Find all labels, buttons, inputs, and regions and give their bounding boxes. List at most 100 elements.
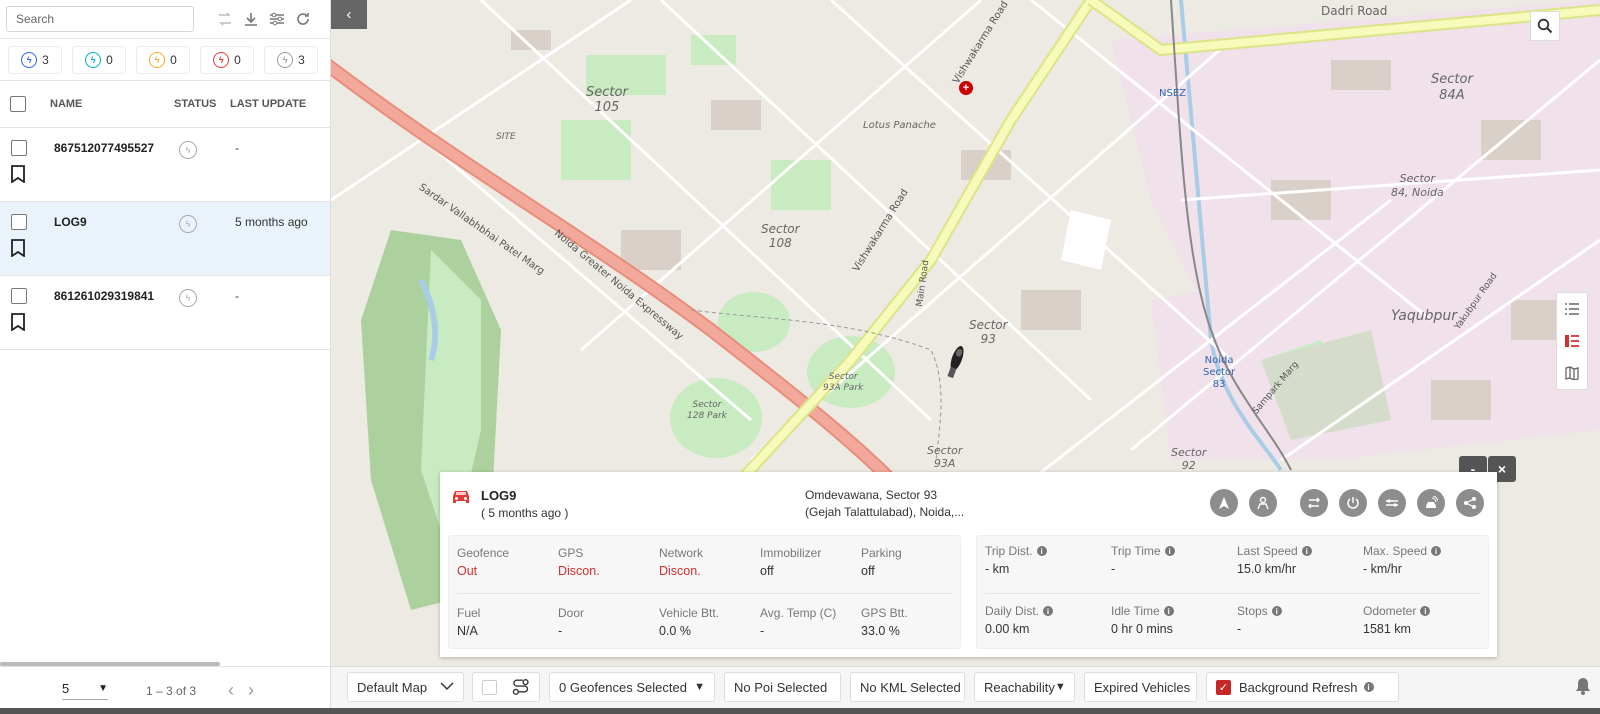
bookmark-icon[interactable] [10, 165, 26, 183]
status-chip-stopped[interactable]: ϟ 0 [136, 45, 190, 74]
row-checkbox[interactable] [11, 140, 27, 156]
metric-gps-battery: GPS Btt. 33.0 % [861, 606, 908, 638]
table-row[interactable]: 867512077495527 ϟ - [0, 128, 330, 202]
layers-icon[interactable] [1557, 325, 1587, 357]
last-update: - [235, 289, 239, 303]
caret-down-icon: ▼ [694, 681, 705, 693]
hospital-icon: + [959, 81, 973, 95]
bell-icon[interactable] [1574, 676, 1592, 701]
select-all-checkbox[interactable] [10, 96, 26, 112]
column-status[interactable]: STATUS [174, 98, 230, 110]
page-nav: ‹ › [228, 680, 254, 701]
chip-count: 3 [298, 52, 305, 67]
status-chip-idle[interactable]: ϟ 0 [72, 45, 126, 74]
map-type-select[interactable]: Default Map [347, 672, 464, 702]
chip-count: 0 [170, 52, 177, 67]
status-chip-alert[interactable]: ϟ 0 [200, 45, 254, 74]
trip-icon[interactable] [1300, 489, 1328, 517]
refresh-icon[interactable] [294, 10, 312, 28]
column-name[interactable]: NAME [50, 98, 174, 110]
horizontal-scrollbar[interactable] [0, 662, 220, 666]
window-bottom-strip [0, 708, 1600, 714]
caret-down-icon: ▼ [98, 683, 108, 694]
collapse-panel-button[interactable]: ‹ [331, 0, 367, 29]
info-icon[interactable]: i [1036, 546, 1047, 556]
last-update: - [235, 141, 239, 155]
immobilizer-icon[interactable] [1378, 489, 1406, 517]
map-icon[interactable] [1557, 357, 1587, 389]
info-icon[interactable]: i [1271, 606, 1282, 616]
map-label: Dadri Road [1321, 4, 1388, 18]
driver-icon[interactable] [1249, 489, 1277, 517]
column-last-update[interactable]: LAST UPDATE [230, 98, 306, 110]
chevron-left-icon: ‹ [346, 6, 352, 23]
info-icon[interactable]: i [1164, 546, 1175, 556]
expired-vehicles-button[interactable]: Expired Vehicles [1084, 672, 1197, 702]
info-icon[interactable]: i [1431, 546, 1442, 556]
navigate-icon[interactable] [1210, 489, 1238, 517]
ignition-status-icon: ϟ [179, 141, 197, 159]
prev-page-icon[interactable]: ‹ [228, 680, 234, 701]
ignition-icon: ϟ [213, 51, 230, 68]
route-checkbox[interactable] [482, 679, 497, 695]
poi-select[interactable]: No Poi Selected [724, 672, 841, 702]
page-range: 1 – 3 of 3 [146, 683, 197, 698]
bookmark-icon[interactable] [10, 313, 26, 331]
table-row[interactable]: 861261029319841 ϟ - [0, 276, 330, 350]
vehicle-name: 861261029319841 [54, 289, 155, 303]
download-icon[interactable] [242, 10, 260, 28]
metric-door: Door - [558, 606, 585, 638]
metric-trip-distance: Trip Dist. i - km [985, 544, 1047, 576]
info-icon[interactable]: i [1043, 606, 1054, 616]
search-input[interactable] [6, 6, 194, 32]
status-chip-running[interactable]: ϟ 3 [8, 45, 62, 74]
route-icon[interactable] [216, 10, 234, 28]
metric-trip-time: Trip Time i - [1111, 544, 1175, 576]
bookmark-icon[interactable] [10, 239, 26, 257]
info-icon[interactable]: i [1301, 546, 1312, 556]
list-toolbar [0, 0, 330, 39]
table-row[interactable]: LOG9 ϟ 5 months ago [0, 202, 330, 276]
ignition-icon: ϟ [21, 51, 38, 68]
map-search-button[interactable] [1530, 11, 1560, 41]
info-icon[interactable]: i [1163, 606, 1174, 616]
page-size-select[interactable]: 5 ▼ [62, 681, 108, 700]
vehicle-marker-icon[interactable] [943, 344, 967, 384]
share-icon[interactable] [1456, 489, 1484, 517]
info-icon[interactable]: i [1363, 682, 1374, 692]
next-page-icon[interactable]: › [248, 680, 254, 701]
trip-stats-panel: Trip Dist. i - km Trip Time i - Last Speed i 1… [976, 535, 1489, 649]
background-refresh-toggle[interactable]: ✓ Background Refresh i [1206, 672, 1399, 702]
row-checkbox[interactable] [11, 288, 27, 304]
ignition-status-icon: ϟ [179, 215, 197, 233]
row-checkbox[interactable] [11, 214, 27, 230]
map-label: Sector 84A [1431, 72, 1473, 103]
metric-immobilizer: Immobilizer off [760, 546, 822, 578]
map-label: SITE [496, 132, 516, 142]
speed-icon[interactable] [1417, 489, 1445, 517]
map-label: Noida Sector 83 [1203, 355, 1236, 390]
card-address: Omdevawana, Sector 93 (Gejah Talattulaba… [805, 487, 975, 521]
map-bottom-bar: Default Map 0 Geofences Selected ▼ No Po… [331, 666, 1600, 714]
map-side-tools [1556, 292, 1588, 390]
metric-last-speed: Last Speed i 15.0 km/hr [1237, 544, 1312, 576]
kml-select[interactable]: No KML Selected [850, 672, 965, 702]
app-root: ϟ 3 ϟ 0 ϟ 0 ϟ 0 ϟ 3 NAME STATUS [0, 0, 1600, 714]
map-type-value: Default Map [357, 679, 428, 695]
metric-fuel: Fuel N/A [457, 606, 481, 638]
filter-icon[interactable] [268, 10, 286, 28]
info-icon[interactable]: i [1420, 606, 1431, 616]
status-chip-offline[interactable]: ϟ 3 [264, 45, 318, 74]
geofence-select[interactable]: 0 Geofences Selected ▼ [549, 672, 715, 702]
list-icon[interactable] [1557, 293, 1587, 325]
status-filter-chips: ϟ 3 ϟ 0 ϟ 0 ϟ 0 ϟ 3 [0, 39, 330, 81]
vehicle-info-card: LOG9 ( 5 months ago ) Omdevawana, Sector… [440, 472, 1497, 657]
map-search-icon [1537, 18, 1553, 34]
checked-checkbox-icon[interactable]: ✓ [1216, 679, 1231, 695]
route-toggle[interactable] [472, 672, 540, 702]
geofence-select-value: 0 Geofences Selected [559, 679, 687, 695]
power-icon[interactable] [1339, 489, 1367, 517]
kml-select-value: No KML Selected [860, 679, 961, 695]
chip-count: 0 [106, 52, 113, 67]
reachability-select[interactable]: Reachability ▼ [974, 672, 1075, 702]
